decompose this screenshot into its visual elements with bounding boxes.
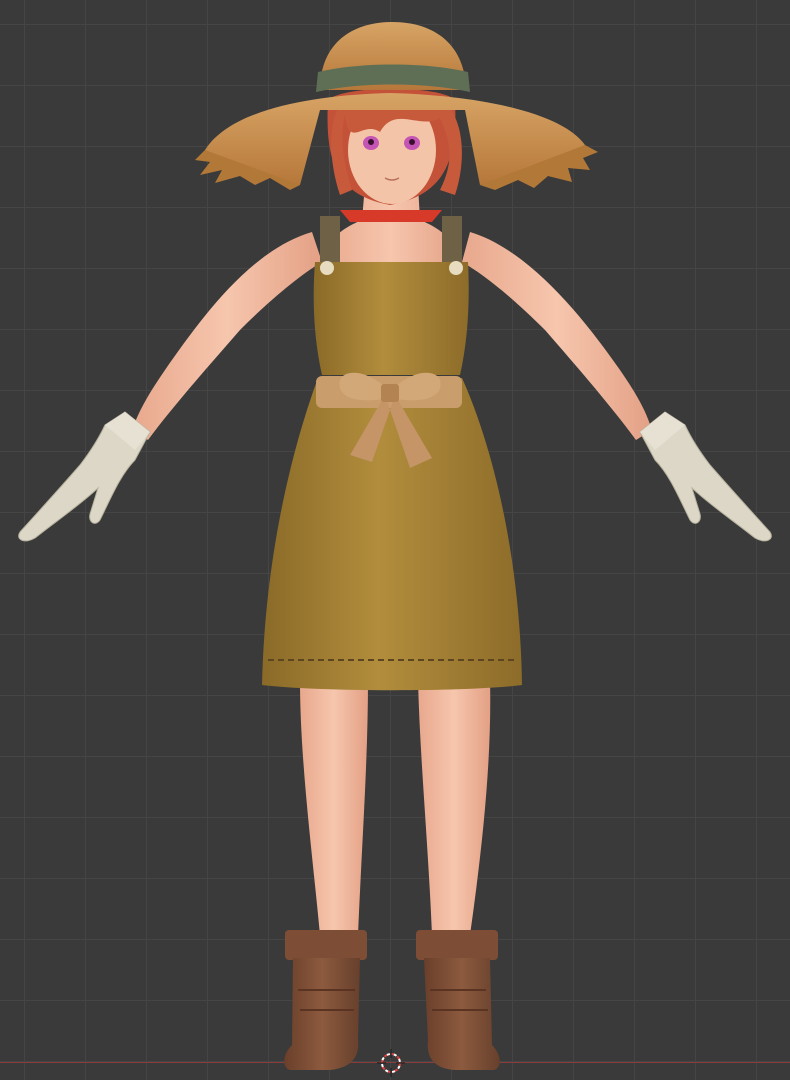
left-arm [132, 232, 322, 440]
left-glove [18, 411, 151, 542]
left-leg [300, 680, 368, 935]
3d-viewport[interactable] [0, 0, 790, 1080]
right-glove [639, 411, 772, 542]
dress [262, 216, 522, 691]
right-boot [416, 930, 500, 1070]
left-boot [284, 930, 367, 1070]
character-model[interactable] [0, 0, 790, 1080]
3d-cursor-icon[interactable] [376, 1048, 406, 1078]
right-arm [462, 232, 652, 440]
right-leg [418, 680, 491, 935]
